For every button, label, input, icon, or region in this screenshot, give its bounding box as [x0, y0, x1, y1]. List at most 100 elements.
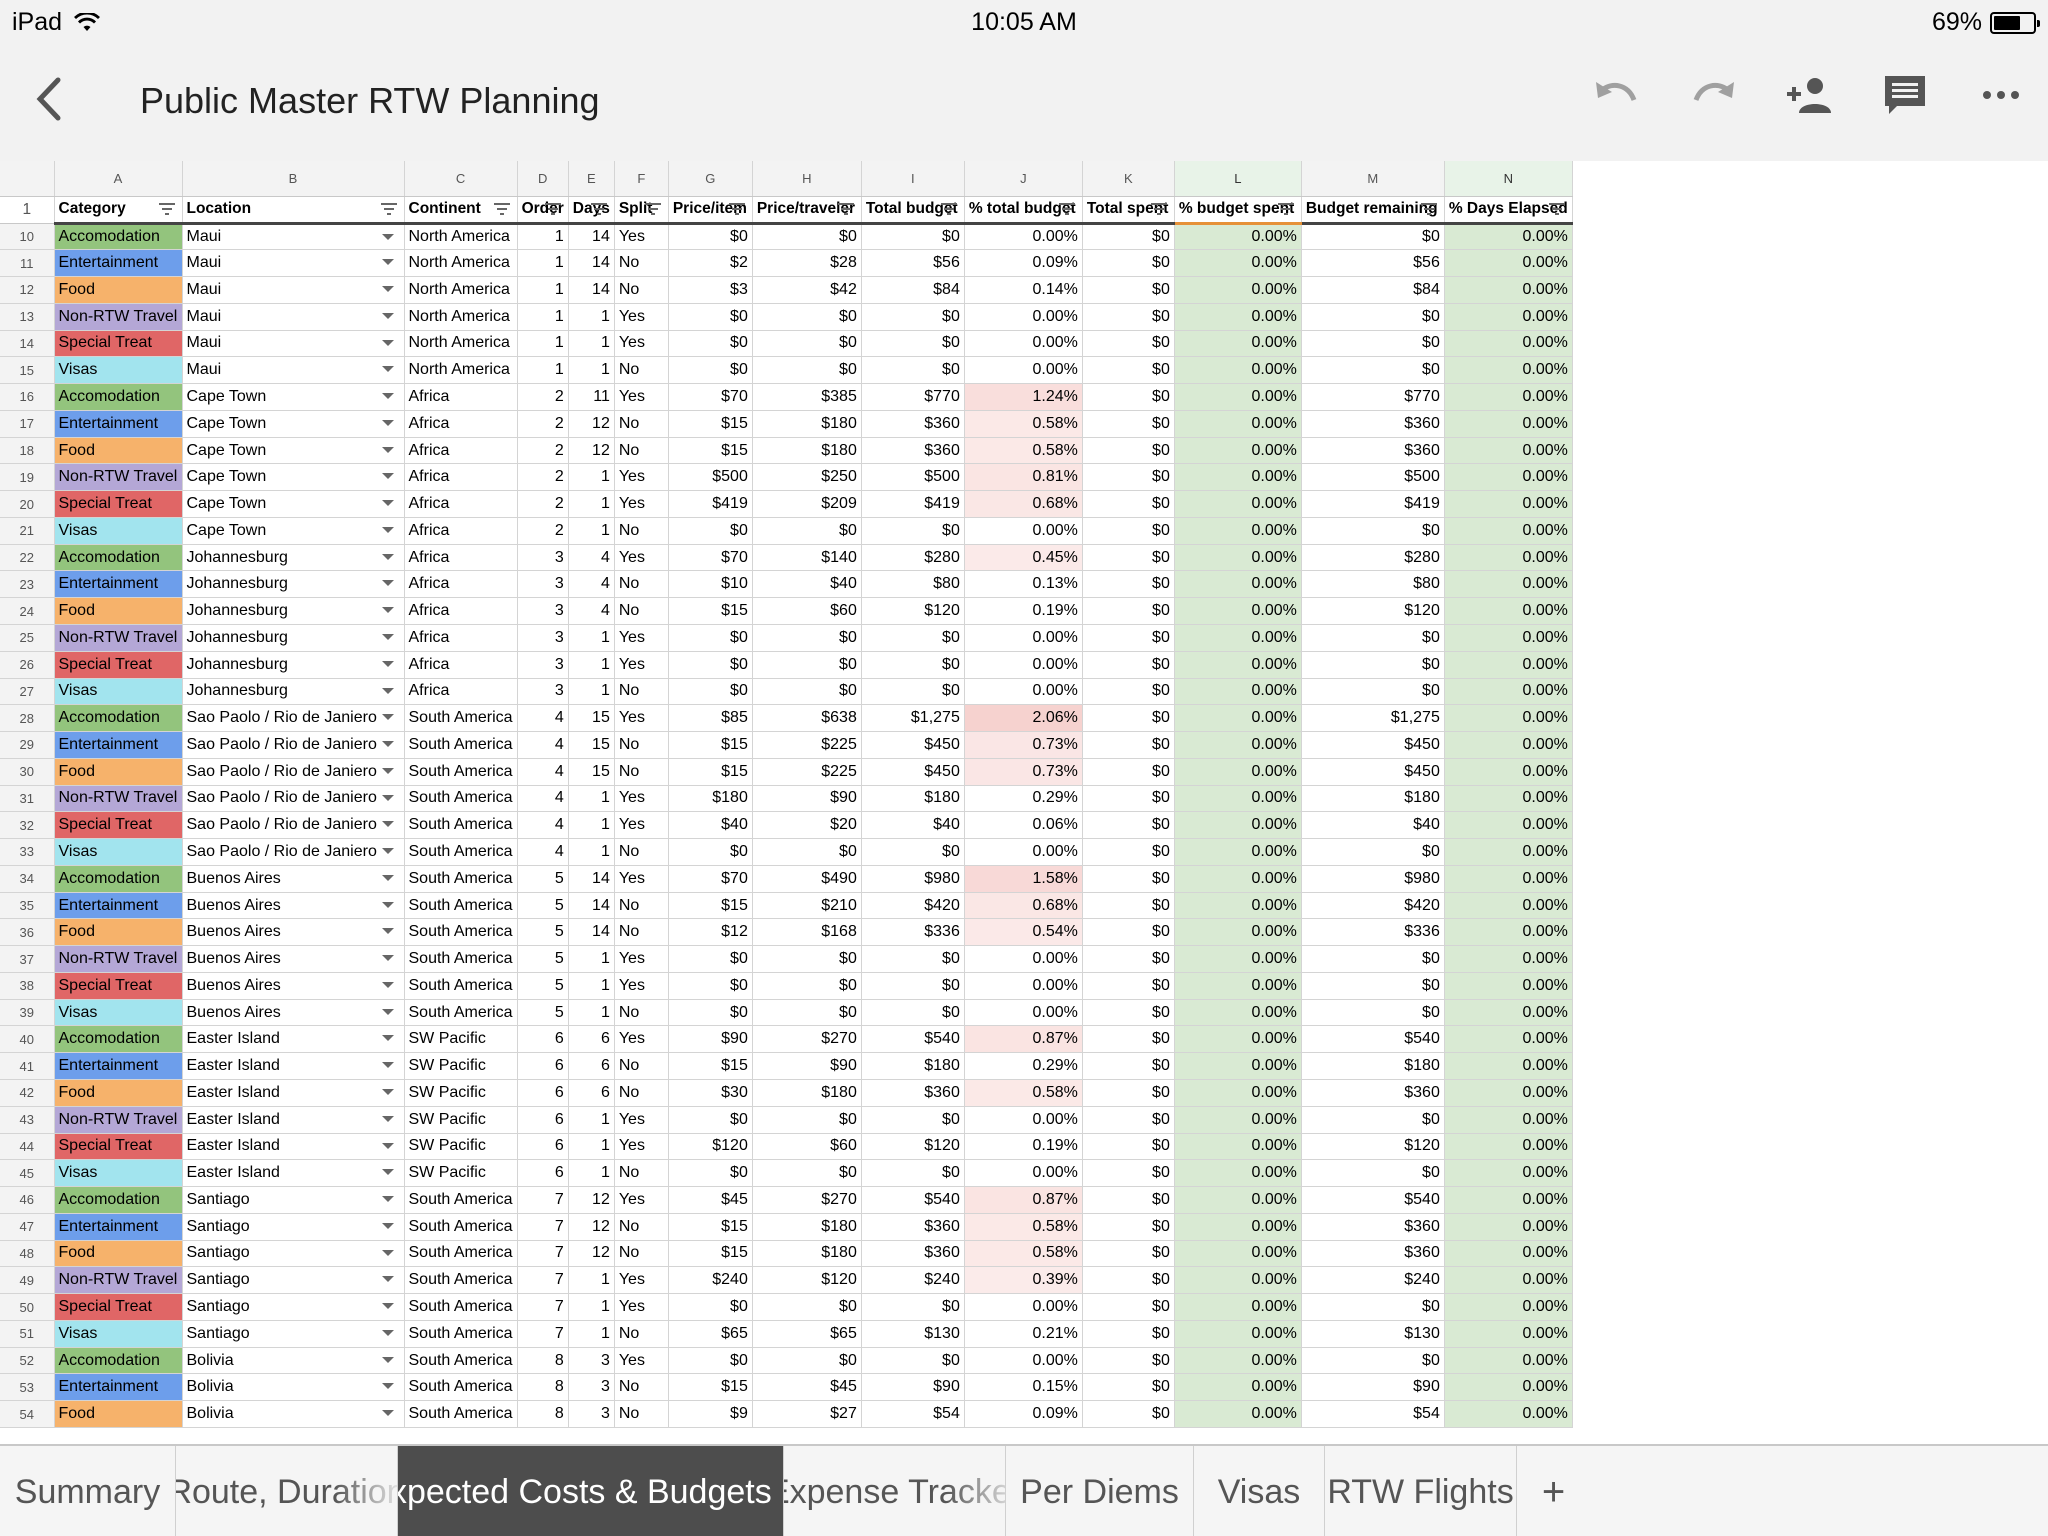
cell[interactable]: $0	[1082, 945, 1175, 973]
cell[interactable]: 0.00%	[964, 624, 1083, 652]
location-cell[interactable]: Santiago	[182, 1293, 405, 1321]
location-cell[interactable]: Johannesburg	[182, 624, 405, 652]
cell[interactable]: $360	[1301, 1240, 1445, 1268]
dropdown-arrow-icon[interactable]	[381, 714, 394, 721]
cell[interactable]: 0.00%	[1444, 410, 1573, 438]
cell[interactable]: Yes	[614, 704, 669, 733]
cell[interactable]: No	[614, 1079, 669, 1107]
cell[interactable]: $270	[752, 1025, 862, 1054]
cell[interactable]: $28	[752, 249, 862, 278]
cell[interactable]: South America	[404, 731, 518, 759]
cell[interactable]: 0.00%	[964, 1106, 1083, 1134]
cell[interactable]: $15	[668, 1373, 753, 1402]
cell[interactable]: 0.00%	[1174, 330, 1302, 358]
cell[interactable]: 6	[517, 1079, 569, 1107]
cell[interactable]: $336	[861, 918, 965, 947]
cell[interactable]: $240	[861, 1266, 965, 1295]
cell[interactable]: 1	[568, 330, 615, 358]
location-cell[interactable]: Buenos Aires	[182, 865, 405, 893]
cell[interactable]: $450	[861, 731, 965, 759]
cell[interactable]: 0.58%	[964, 1240, 1083, 1268]
cell[interactable]: 0.00%	[1444, 785, 1573, 813]
cell[interactable]: 0.00%	[1444, 999, 1573, 1027]
cell[interactable]: $0	[668, 223, 753, 251]
cell[interactable]: 1	[568, 463, 615, 492]
cell[interactable]: $1,275	[1301, 704, 1445, 733]
cell[interactable]: $0	[752, 1159, 862, 1188]
sheet-tab[interactable]: Per Diems	[1006, 1446, 1194, 1536]
cell[interactable]: 0.00%	[1174, 892, 1302, 920]
location-cell[interactable]: Santiago	[182, 1186, 405, 1214]
cell[interactable]: 3	[517, 544, 569, 572]
cell[interactable]: $0	[1301, 838, 1445, 866]
cell[interactable]: Yes	[614, 490, 669, 518]
category-cell[interactable]: Entertainment	[54, 1373, 183, 1402]
cell[interactable]: $0	[752, 972, 862, 1000]
cell[interactable]: 1	[517, 249, 569, 278]
cell[interactable]: 0.00%	[1174, 704, 1302, 733]
row-number[interactable]: 15	[0, 356, 55, 385]
cell[interactable]: $500	[861, 463, 965, 492]
cell[interactable]: South America	[404, 785, 518, 813]
header-cell[interactable]: Days	[568, 196, 615, 225]
cell[interactable]: 0.29%	[964, 1052, 1083, 1080]
redo-icon[interactable]	[1688, 70, 1738, 120]
cell[interactable]: $0	[668, 972, 753, 1000]
cell[interactable]: 0.00%	[1174, 918, 1302, 947]
cell[interactable]: $0	[1301, 651, 1445, 679]
category-cell[interactable]: Special Treat	[54, 972, 183, 1000]
cell[interactable]: North America	[404, 356, 518, 385]
cell[interactable]: $15	[668, 1213, 753, 1241]
row-number[interactable]: 33	[0, 838, 55, 866]
column-header-B[interactable]: B	[182, 161, 405, 197]
cell[interactable]: $120	[1301, 597, 1445, 625]
cell[interactable]: 0.00%	[1174, 1240, 1302, 1268]
cell[interactable]: 0.00%	[1444, 1106, 1573, 1134]
cell[interactable]: 0.09%	[964, 1400, 1083, 1428]
location-cell[interactable]: Santiago	[182, 1266, 405, 1295]
cell[interactable]: 3	[568, 1373, 615, 1402]
cell[interactable]: $638	[752, 704, 862, 733]
cell[interactable]: $360	[861, 410, 965, 438]
cell[interactable]: $0	[1082, 463, 1175, 492]
category-cell[interactable]: Food	[54, 437, 183, 465]
row-number[interactable]: 24	[0, 597, 55, 625]
cell[interactable]: 3	[568, 1400, 615, 1428]
cell[interactable]: Africa	[404, 678, 518, 706]
cell[interactable]: $0	[1082, 1159, 1175, 1188]
location-cell[interactable]: Cape Town	[182, 437, 405, 465]
cell[interactable]: $0	[1082, 999, 1175, 1027]
cell[interactable]: 8	[517, 1373, 569, 1402]
cell[interactable]: 1.58%	[964, 865, 1083, 893]
header-cell[interactable]: Price/item	[668, 196, 753, 225]
cell[interactable]: $0	[752, 223, 862, 251]
cell[interactable]: 0.00%	[1174, 651, 1302, 679]
cell[interactable]: $54	[1301, 1400, 1445, 1428]
location-cell[interactable]: Buenos Aires	[182, 972, 405, 1000]
cell[interactable]: $336	[1301, 918, 1445, 947]
cell[interactable]: SW Pacific	[404, 1106, 518, 1134]
cell[interactable]: $0	[861, 945, 965, 973]
cell[interactable]: 1	[568, 1106, 615, 1134]
cell[interactable]: $15	[668, 1240, 753, 1268]
cell[interactable]: 12	[568, 1213, 615, 1241]
location-cell[interactable]: Easter Island	[182, 1025, 405, 1054]
category-cell[interactable]: Food	[54, 918, 183, 947]
cell[interactable]: $0	[1082, 1373, 1175, 1402]
location-cell[interactable]: Bolivia	[182, 1373, 405, 1402]
cell[interactable]: 0.00%	[1174, 463, 1302, 492]
dropdown-arrow-icon[interactable]	[381, 526, 394, 533]
cell[interactable]: $15	[668, 892, 753, 920]
category-cell[interactable]: Food	[54, 758, 183, 786]
cell[interactable]: $0	[1301, 303, 1445, 331]
cell[interactable]: 4	[517, 731, 569, 759]
add-person-icon[interactable]	[1784, 70, 1834, 120]
dropdown-arrow-icon[interactable]	[381, 741, 394, 748]
location-cell[interactable]: Johannesburg	[182, 544, 405, 572]
cell[interactable]: $770	[1301, 383, 1445, 411]
cell[interactable]: No	[614, 1052, 669, 1080]
cell[interactable]: $2	[668, 249, 753, 278]
cell[interactable]: $0	[861, 678, 965, 706]
category-cell[interactable]: Non-RTW Travel	[54, 1106, 183, 1134]
cell[interactable]: 0.00%	[1444, 1400, 1573, 1428]
